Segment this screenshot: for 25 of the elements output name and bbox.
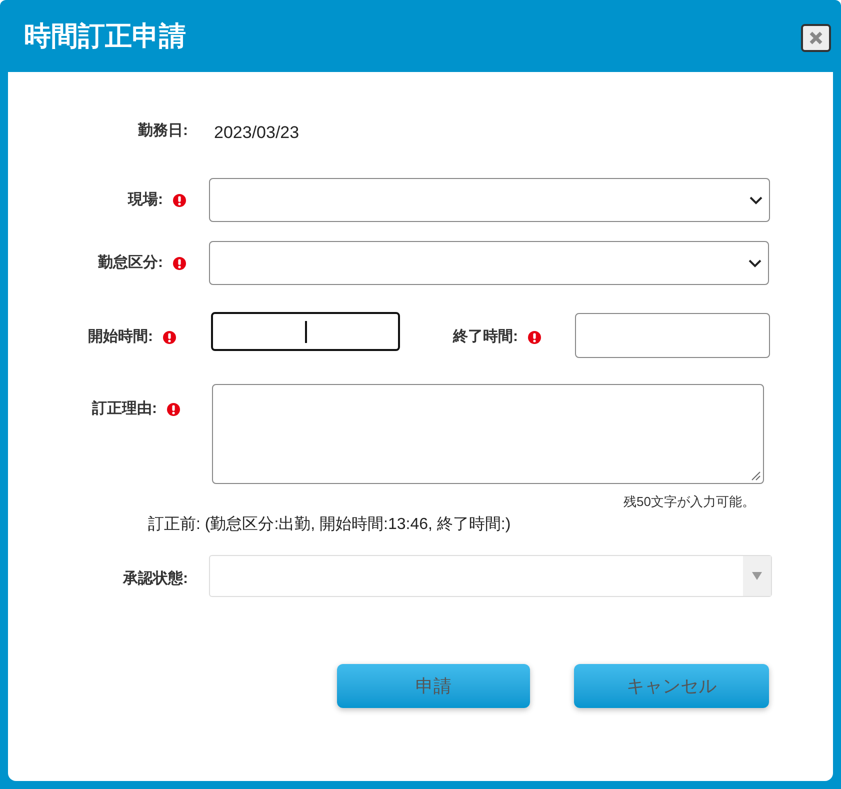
reason-textarea[interactable]: [212, 384, 764, 484]
window-title: 時間訂正申請: [24, 20, 186, 53]
site-select[interactable]: [209, 178, 770, 222]
close-button[interactable]: [801, 24, 831, 52]
work-date-value: 2023/03/23: [214, 122, 300, 144]
chevron-down-icon: [749, 196, 763, 204]
submit-button[interactable]: 申請: [337, 664, 530, 708]
chevron-down-icon: [748, 258, 762, 268]
time-field[interactable]: [575, 313, 770, 358]
field-label: 終了時間:: [453, 327, 518, 347]
resize-handle-icon[interactable]: [751, 471, 761, 481]
field-label: 勤怠区分:: [98, 253, 163, 273]
dropdown-arrow-icon: [752, 572, 762, 580]
field-label: 現場:: [128, 190, 163, 210]
remaining-characters-text: 残50文字が入力可能。: [624, 493, 755, 511]
field-label: 訂正理由:: [92, 399, 157, 419]
text-cursor: [304, 320, 306, 342]
field-label: 承認状態:: [123, 569, 188, 589]
close-icon: [809, 31, 823, 45]
before-correction-text: 訂正前: (勤怠区分:出勤, 開始時間:13:46, 終了時間:): [148, 514, 511, 535]
field-label: 開始時間:: [88, 327, 153, 347]
time-field[interactable]: [211, 312, 400, 351]
field-label: 勤務日:: [138, 121, 188, 141]
cancel-button[interactable]: キャンセル: [574, 664, 769, 708]
attendance-type-select[interactable]: [209, 241, 769, 285]
